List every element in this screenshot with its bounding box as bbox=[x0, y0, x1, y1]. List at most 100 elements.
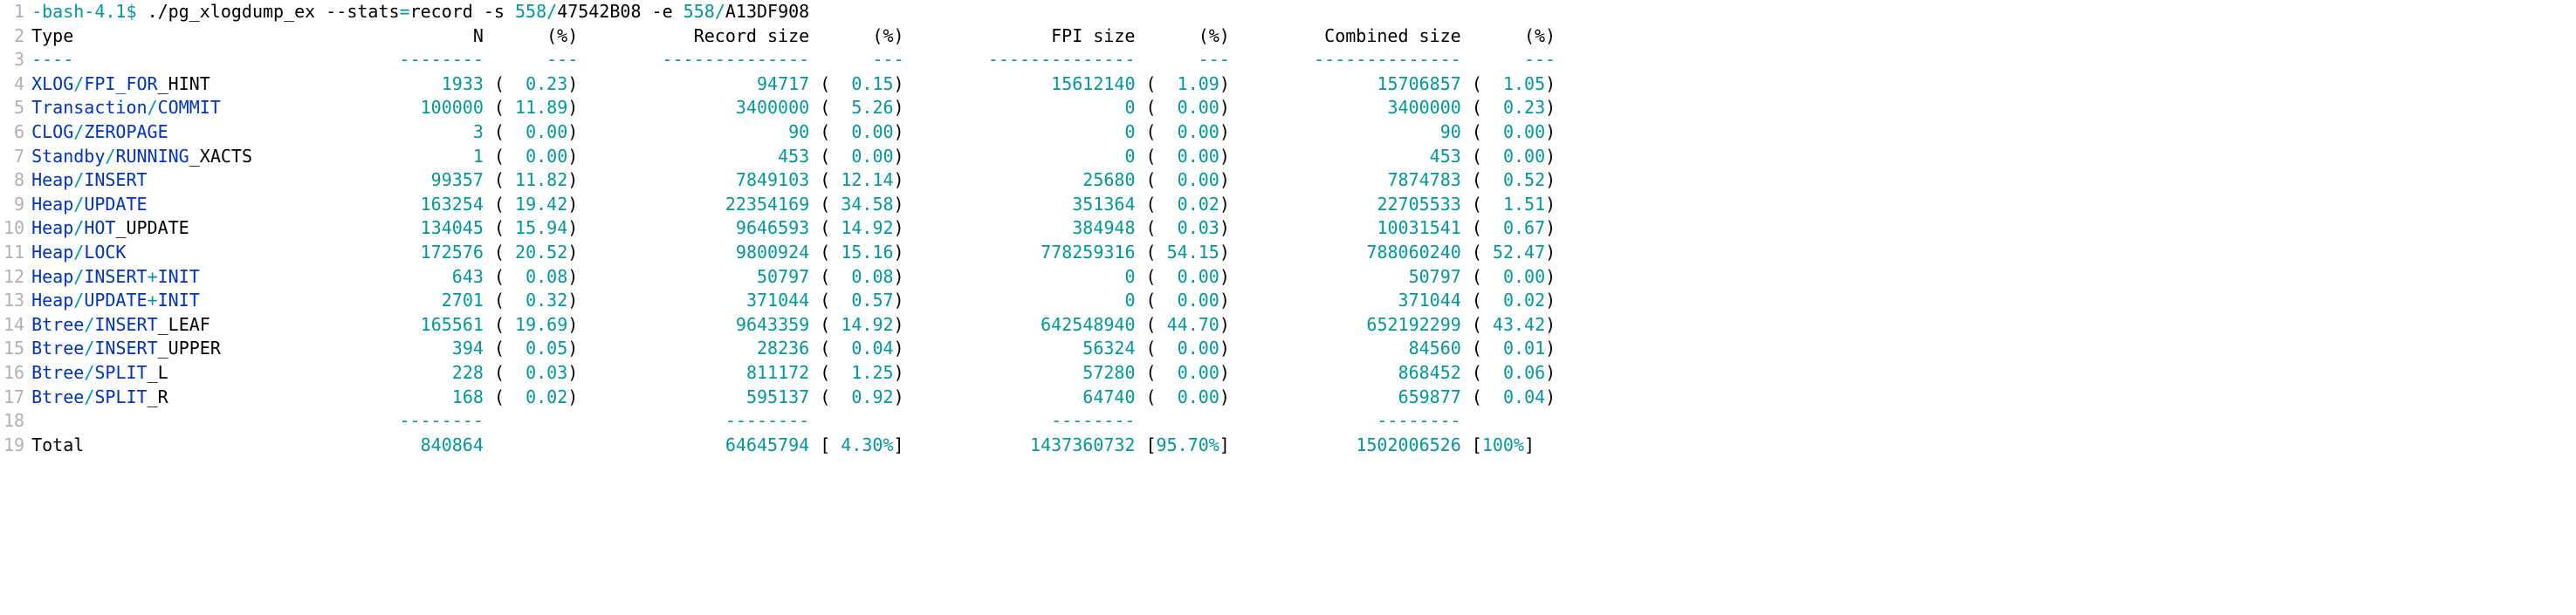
type-part: Heap bbox=[31, 217, 73, 238]
pct: 54.15 bbox=[1157, 242, 1219, 263]
pct: 1.51 bbox=[1482, 194, 1545, 215]
paren: ( bbox=[809, 362, 830, 383]
paren: ) bbox=[1545, 290, 1556, 311]
pct: 0.00 bbox=[505, 121, 567, 142]
line-sep: ---- -------- --- -------------- --- ---… bbox=[31, 48, 1556, 72]
paren: ( bbox=[1461, 73, 1482, 94]
type-slash: / bbox=[84, 386, 94, 407]
pct: 0.04 bbox=[830, 338, 893, 359]
num: 25680 bbox=[904, 169, 1136, 190]
pct: 0.08 bbox=[830, 266, 893, 287]
line-prompt: -bash-4.1$ ./pg_xlogdump_ex --stats=reco… bbox=[31, 0, 1556, 24]
sp bbox=[809, 49, 820, 70]
num: 100000 bbox=[378, 97, 483, 118]
line-record: Btree/SPLIT_L 228 ( 0.03) 811172 ( 1.25)… bbox=[31, 361, 1556, 386]
line-number: 17 bbox=[3, 386, 24, 410]
sp bbox=[1461, 25, 1472, 46]
num: 84560 bbox=[1230, 338, 1461, 359]
num: 10031541 bbox=[1230, 217, 1461, 238]
type-part: CLOG bbox=[31, 121, 73, 142]
num: 56324 bbox=[904, 338, 1136, 359]
num: 64645794 bbox=[578, 434, 809, 455]
paren: ( bbox=[1136, 290, 1157, 311]
line-number: 14 bbox=[3, 313, 24, 338]
pct: 43.42 bbox=[1482, 314, 1545, 335]
line-record: Btree/SPLIT_R 168 ( 0.02) 595137 ( 0.92)… bbox=[31, 386, 1556, 410]
paren: ( bbox=[484, 217, 505, 238]
pct: 95.70% bbox=[1157, 434, 1219, 455]
type-part: INIT bbox=[158, 266, 200, 287]
pad bbox=[31, 410, 378, 431]
pct: 0.00 bbox=[1482, 266, 1545, 287]
num: 351364 bbox=[904, 194, 1136, 215]
paren: ( bbox=[1461, 242, 1482, 263]
pct: 4.30% bbox=[830, 434, 893, 455]
num: 659877 bbox=[1230, 386, 1461, 407]
paren: ) bbox=[1219, 242, 1230, 263]
type-part: Btree bbox=[31, 338, 84, 359]
type-part: INSERT bbox=[84, 266, 147, 287]
line-header: Type N (%) Record size (%) FPI size (%) … bbox=[31, 24, 1556, 49]
num: 50797 bbox=[1230, 266, 1461, 287]
paren: ) bbox=[1219, 290, 1230, 311]
dash: -------- bbox=[904, 410, 1136, 431]
paren: ( bbox=[1136, 386, 1157, 407]
num: 868452 bbox=[1230, 362, 1461, 383]
line-record: Heap/UPDATE+INIT 2701 ( 0.32) 371044 ( 0… bbox=[31, 289, 1556, 313]
paren: ) bbox=[1219, 266, 1230, 287]
num: 0 bbox=[904, 97, 1136, 118]
sp bbox=[484, 25, 494, 46]
code-container: 12345678910111213141516171819 -bash-4.1$… bbox=[0, 0, 2576, 457]
dash: --- bbox=[820, 49, 903, 70]
num: 1437360732 bbox=[904, 434, 1136, 455]
pct: 0.00 bbox=[505, 146, 567, 167]
line-number: 8 bbox=[3, 168, 24, 193]
line-record: Transaction/COMMIT 100000 ( 11.89) 34000… bbox=[31, 96, 1556, 120]
paren: ) bbox=[894, 386, 904, 407]
paren: ( bbox=[1461, 194, 1482, 215]
pct: 5.26 bbox=[830, 97, 893, 118]
pct: 34.58 bbox=[830, 194, 893, 215]
br: ] bbox=[894, 434, 904, 455]
num: 1502006526 bbox=[1230, 434, 1461, 455]
paren: ) bbox=[1545, 194, 1556, 215]
type-part: Heap bbox=[31, 194, 73, 215]
br: ] bbox=[1524, 434, 1535, 455]
type-part: INIT bbox=[158, 290, 200, 311]
type-tail: _XACTS bbox=[189, 146, 252, 167]
type-slash: / bbox=[84, 362, 94, 383]
pct: 0.00 bbox=[830, 146, 893, 167]
pct: 0.05 bbox=[505, 338, 567, 359]
paren: ( bbox=[1136, 362, 1157, 383]
paren: ) bbox=[1545, 338, 1556, 359]
paren: ( bbox=[1135, 194, 1156, 215]
hdr-n: N bbox=[378, 25, 483, 46]
type-tail: _UPPER bbox=[158, 338, 221, 359]
num: 811172 bbox=[578, 362, 809, 383]
paren: ( bbox=[809, 217, 830, 238]
paren: ) bbox=[1219, 338, 1230, 359]
num: 778259316 bbox=[904, 242, 1136, 263]
type-part: Heap bbox=[31, 169, 73, 190]
pct: 0.52 bbox=[1482, 169, 1545, 190]
pct: 1.25 bbox=[830, 362, 893, 383]
line-number: 10 bbox=[3, 216, 24, 241]
num: 22705533 bbox=[1230, 194, 1461, 215]
pct: 14.92 bbox=[830, 217, 893, 238]
line-record: Standby/RUNNING_XACTS 1 ( 0.00) 453 ( 0.… bbox=[31, 145, 1556, 169]
type-part: UPDATE bbox=[84, 290, 147, 311]
pct: 0.00 bbox=[1157, 266, 1219, 287]
num: 228 bbox=[379, 362, 484, 383]
pct: 15.16 bbox=[830, 242, 893, 263]
num: 1 bbox=[378, 146, 483, 167]
num: 90 bbox=[1230, 121, 1461, 142]
num: 9800924 bbox=[578, 242, 809, 263]
paren: ( bbox=[484, 242, 505, 263]
line-sep2: -------- -------- -------- -------- bbox=[31, 409, 1556, 434]
paren: ( bbox=[809, 314, 830, 335]
paren: ) bbox=[894, 266, 904, 287]
paren: ( bbox=[1135, 242, 1156, 263]
dash: -------- bbox=[1230, 410, 1461, 431]
type-tail: _UPDATE bbox=[115, 217, 189, 238]
paren: ) bbox=[567, 73, 578, 94]
